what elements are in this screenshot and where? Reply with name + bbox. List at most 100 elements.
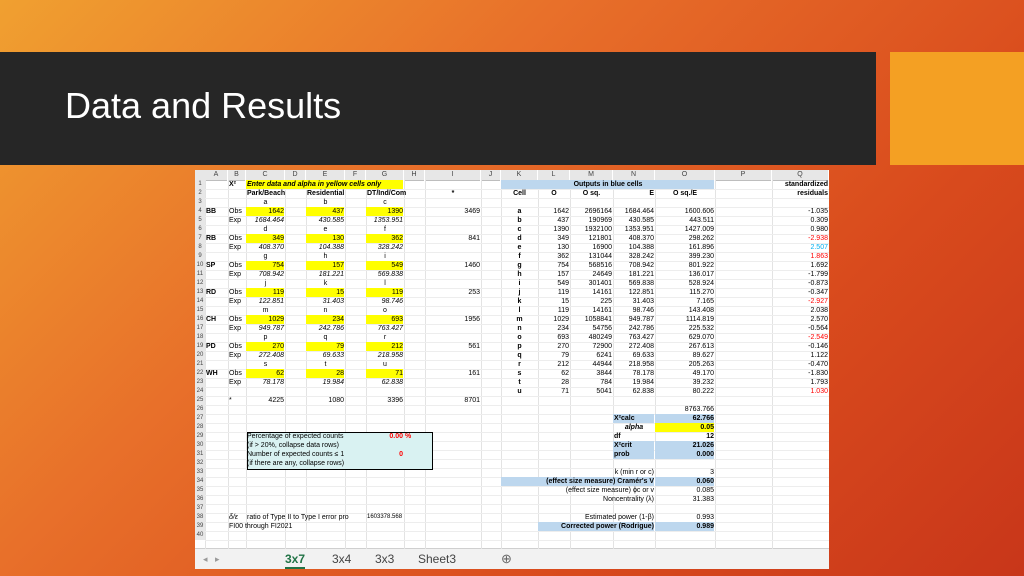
footer-note[interactable]: FI00 through FI2021 <box>228 522 305 531</box>
output-osq[interactable]: 44944 <box>570 360 612 369</box>
output-ose[interactable]: 225.532 <box>655 324 714 333</box>
observed-value[interactable]: 71 <box>366 369 403 378</box>
std-residual[interactable]: -0.564 <box>772 324 828 333</box>
row-header[interactable]: 18 <box>195 333 205 342</box>
output-e[interactable]: 31.403 <box>613 297 654 306</box>
output-cell-letter[interactable]: h <box>501 270 537 279</box>
output-o[interactable]: 437 <box>538 216 569 225</box>
cell-letter[interactable]: f <box>366 225 403 234</box>
observed-value[interactable]: 15 <box>306 288 344 297</box>
obs-label[interactable]: Obs <box>228 234 245 243</box>
output-o[interactable]: 119 <box>538 288 569 297</box>
noncentrality-value[interactable]: 31.383 <box>655 495 714 504</box>
output-e[interactable]: 181.221 <box>613 270 654 279</box>
tab-3x3[interactable]: 3x3 <box>375 551 394 567</box>
expected-value[interactable]: 31.403 <box>306 297 344 306</box>
output-cell-letter[interactable]: t <box>501 378 537 387</box>
output-o[interactable]: 549 <box>538 279 569 288</box>
output-osq[interactable]: 72900 <box>570 342 612 351</box>
cell-letter[interactable]: m <box>246 306 284 315</box>
output-osq[interactable]: 16900 <box>570 243 612 252</box>
row-total[interactable]: 253 <box>425 288 480 297</box>
next-sheet-icon[interactable]: ▸ <box>215 551 220 567</box>
observed-value[interactable]: 119 <box>366 288 403 297</box>
row-header[interactable]: 15 <box>195 306 205 315</box>
output-o[interactable]: 349 <box>538 234 569 243</box>
output-e[interactable]: 328.242 <box>613 252 654 261</box>
cell-letter[interactable]: b <box>306 198 344 207</box>
stat-value[interactable]: 62.766 <box>655 414 714 423</box>
output-ose[interactable]: 1427.009 <box>655 225 714 234</box>
row-header[interactable]: 39 <box>195 522 205 531</box>
output-osq[interactable]: 568516 <box>570 261 612 270</box>
col-header-o[interactable]: O <box>538 189 569 198</box>
output-ose[interactable]: 1114.819 <box>655 315 714 324</box>
obs-label[interactable]: Obs <box>228 288 245 297</box>
row-header[interactable]: 13 <box>195 288 205 297</box>
obs-label[interactable]: Obs <box>228 207 245 216</box>
output-osq[interactable]: 14161 <box>570 288 612 297</box>
output-osq[interactable]: 121801 <box>570 234 612 243</box>
column-header[interactable]: P <box>715 170 771 181</box>
ratio-label[interactable]: ratio of Type II to Type I error pro <box>246 513 365 522</box>
phi-label[interactable]: (effect size measure) ϕc or v <box>538 486 654 495</box>
std-residual[interactable]: -2.927 <box>772 297 828 306</box>
std-residual[interactable]: -0.146 <box>772 342 828 351</box>
output-e[interactable]: 708.942 <box>613 261 654 270</box>
k-value[interactable]: 3 <box>655 468 714 477</box>
pct-sign[interactable]: % <box>404 432 424 441</box>
cell-letter[interactable]: e <box>306 225 344 234</box>
expected-value[interactable]: 763.427 <box>366 324 403 333</box>
output-ose[interactable]: 136.017 <box>655 270 714 279</box>
row-header[interactable]: 22 <box>195 369 205 378</box>
output-cell-letter[interactable]: f <box>501 252 537 261</box>
observed-value[interactable]: 28 <box>306 369 344 378</box>
output-o[interactable]: 1029 <box>538 315 569 324</box>
col-header-osq[interactable]: O sq. <box>570 189 612 198</box>
exp-label[interactable]: Exp <box>228 243 245 252</box>
expected-value[interactable]: 69.633 <box>306 351 344 360</box>
output-o[interactable]: 212 <box>538 360 569 369</box>
output-ose[interactable]: 89.627 <box>655 351 714 360</box>
output-cell-letter[interactable]: e <box>501 243 537 252</box>
col-header-park[interactable]: Park/Beach <box>246 189 285 198</box>
output-e[interactable]: 122.851 <box>613 288 654 297</box>
cell-letter[interactable]: i <box>366 252 403 261</box>
output-ose[interactable]: 528.924 <box>655 279 714 288</box>
observed-value[interactable]: 119 <box>246 288 284 297</box>
exp-label[interactable]: Exp <box>228 324 245 333</box>
exp-label[interactable]: Exp <box>228 270 245 279</box>
cramer-label[interactable]: (effect size measure) Cramér's V <box>501 477 654 486</box>
output-ose[interactable]: 7.165 <box>655 297 714 306</box>
stat-value[interactable]: 12 <box>655 432 714 441</box>
output-osq[interactable]: 1932100 <box>570 225 612 234</box>
expected-value[interactable]: 1684.464 <box>246 216 284 225</box>
row-header[interactable]: 28 <box>195 423 205 432</box>
cell-letter[interactable]: g <box>246 252 284 261</box>
output-cell-letter[interactable]: s <box>501 369 537 378</box>
output-cell-letter[interactable]: d <box>501 234 537 243</box>
output-o[interactable]: 693 <box>538 333 569 342</box>
output-cell-letter[interactable]: j <box>501 288 537 297</box>
pct-note[interactable]: (if > 20%, collapse data rows) <box>246 441 365 450</box>
stat-label[interactable]: prob <box>613 450 654 459</box>
col-total[interactable]: 3396 <box>366 396 403 405</box>
row-header[interactable]: 11 <box>195 270 205 279</box>
exp-label[interactable]: Exp <box>228 351 245 360</box>
row-header[interactable]: 21 <box>195 360 205 369</box>
output-e[interactable]: 763.427 <box>613 333 654 342</box>
stat-label[interactable]: X²crit <box>613 441 654 450</box>
row-header[interactable]: 12 <box>195 279 205 288</box>
row-header[interactable]: 1 <box>195 180 205 189</box>
cell-letter[interactable]: n <box>306 306 344 315</box>
output-osq[interactable]: 301401 <box>570 279 612 288</box>
output-e[interactable]: 242.786 <box>613 324 654 333</box>
count-value[interactable]: 0 <box>366 450 403 459</box>
row-header[interactable]: 35 <box>195 486 205 495</box>
output-ose[interactable]: 161.896 <box>655 243 714 252</box>
row-header[interactable]: 25 <box>195 396 205 405</box>
column-header[interactable]: J <box>481 170 500 181</box>
group-label[interactable]: RB <box>205 234 227 243</box>
obs-label[interactable]: Obs <box>228 261 245 270</box>
stat-label[interactable]: X²calc <box>613 414 654 423</box>
